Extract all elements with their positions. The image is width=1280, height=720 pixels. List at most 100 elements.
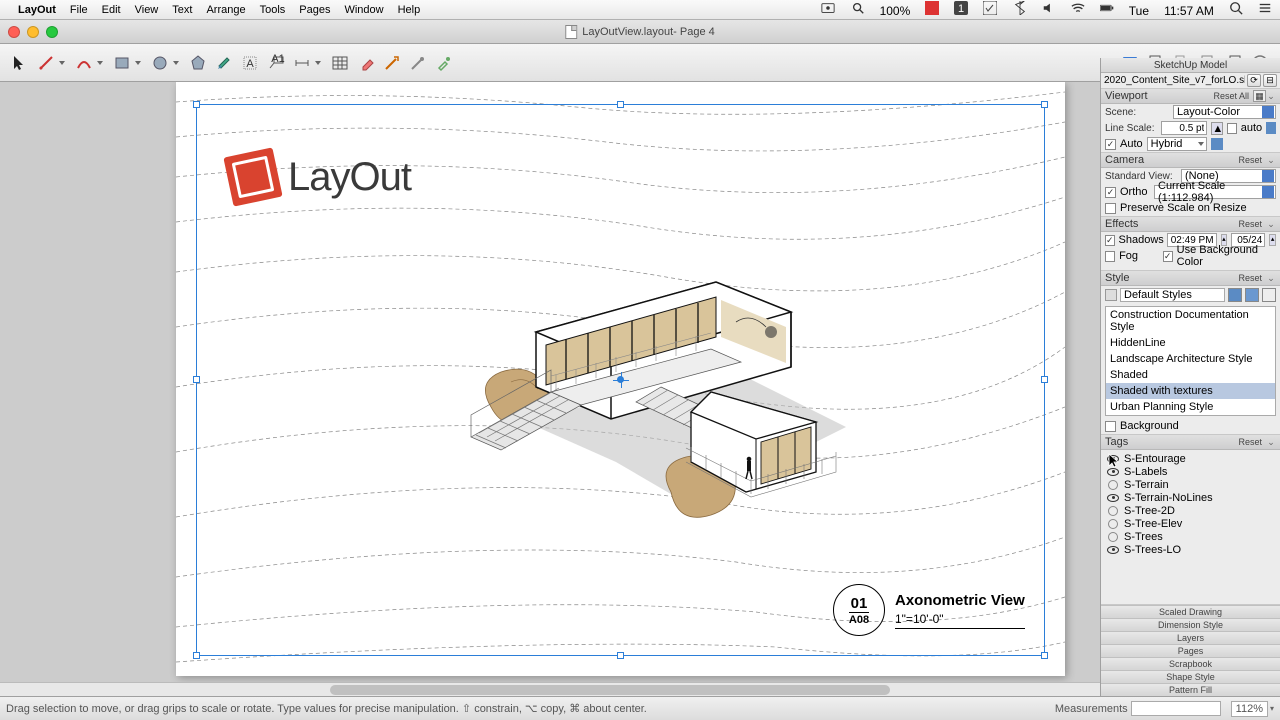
resize-handle[interactable] <box>193 101 200 108</box>
circle-tool[interactable] <box>148 51 172 75</box>
arc-tool-dropdown[interactable] <box>96 61 104 65</box>
tag-row[interactable]: S-Trees-LO <box>1101 543 1280 556</box>
effects-reset[interactable]: Reset <box>1234 219 1266 229</box>
resize-handle[interactable] <box>617 652 624 659</box>
style-item[interactable]: Shaded with textures <box>1106 383 1275 399</box>
menu-file[interactable]: File <box>70 4 88 16</box>
camera-reset[interactable]: Reset <box>1234 155 1266 165</box>
resize-handle[interactable] <box>1041 376 1048 383</box>
zoom-pct[interactable]: 100% <box>880 4 911 18</box>
style-list[interactable]: Construction Documentation StyleHiddenLi… <box>1105 306 1276 416</box>
collapsed-panel-strip[interactable]: Layers <box>1101 631 1280 644</box>
menu-extras-icon[interactable] <box>1258 1 1272 15</box>
effects-section[interactable]: Effects <box>1105 218 1234 230</box>
linescale-input[interactable] <box>1161 121 1207 135</box>
select-tool[interactable] <box>8 51 32 75</box>
selection-frame[interactable] <box>196 104 1045 656</box>
style-view-c[interactable] <box>1262 288 1276 302</box>
dimension-tool-dropdown[interactable] <box>314 61 322 65</box>
tag-visibility-icon[interactable] <box>1107 519 1119 529</box>
menu-text[interactable]: Text <box>172 4 192 16</box>
rectangle-tool[interactable] <box>110 51 134 75</box>
collapsed-panel-strip[interactable]: Scaled Drawing <box>1101 605 1280 618</box>
eraser-tool[interactable] <box>354 51 378 75</box>
tag-row[interactable]: S-Entourage <box>1101 452 1280 465</box>
polygon-tool[interactable] <box>186 51 210 75</box>
dimension-tool[interactable] <box>290 51 314 75</box>
page[interactable]: LayOut <box>176 82 1065 676</box>
menu-edit[interactable]: Edit <box>102 4 121 16</box>
preserve-checkbox[interactable] <box>1105 203 1116 214</box>
horizontal-scrollbar[interactable] <box>0 682 1100 696</box>
scene-select[interactable]: Layout-Color <box>1173 105 1276 119</box>
chevron-icon[interactable]: ⌄ <box>1266 437 1276 448</box>
chevron-icon[interactable]: ⌄ <box>1266 219 1276 230</box>
viewport-reset-all[interactable]: Reset All <box>1209 91 1253 101</box>
zoom-dropdown-icon[interactable]: ▾ <box>1270 704 1274 713</box>
ortho-scale-select[interactable]: Current Scale (1:112.984) <box>1154 185 1276 199</box>
label-tool[interactable]: A1 <box>264 51 288 75</box>
viewport-section[interactable]: Viewport <box>1105 90 1209 102</box>
screenrec-icon[interactable] <box>821 1 835 15</box>
canvas-area[interactable]: LayOut <box>0 82 1100 696</box>
style-item[interactable]: Shaded <box>1106 367 1275 383</box>
window-zoom-button[interactable] <box>46 26 58 38</box>
zoom-display[interactable]: 112% <box>1231 701 1268 717</box>
tag-row[interactable]: S-Labels <box>1101 465 1280 478</box>
measurements-input[interactable] <box>1131 701 1221 716</box>
style-item[interactable]: Construction Documentation Style <box>1106 307 1275 335</box>
style-name[interactable]: Default Styles <box>1120 288 1225 302</box>
auto-checkbox[interactable]: ✓ <box>1105 139 1116 150</box>
linescale-stepper[interactable]: ▲ <box>1211 122 1223 135</box>
shadows-checkbox[interactable]: ✓ <box>1105 235 1115 246</box>
menu-help[interactable]: Help <box>398 4 421 16</box>
collapsed-panel-strip[interactable]: Dimension Style <box>1101 618 1280 631</box>
chevron-icon[interactable]: ⌄ <box>1266 155 1276 166</box>
tag-row[interactable]: S-Terrain <box>1101 478 1280 491</box>
tag-visibility-icon[interactable] <box>1107 493 1119 503</box>
arc-tool[interactable] <box>72 51 96 75</box>
circle-tool-dropdown[interactable] <box>172 61 180 65</box>
style-view-a[interactable] <box>1228 288 1242 302</box>
resize-handle[interactable] <box>1041 101 1048 108</box>
open-model-button[interactable]: ⊟ <box>1263 74 1277 87</box>
magnify-icon[interactable] <box>851 1 865 15</box>
tag-row[interactable]: S-Tree-Elev <box>1101 517 1280 530</box>
status-a-icon[interactable]: 1 <box>954 1 968 15</box>
menu-arrange[interactable]: Arrange <box>206 4 245 16</box>
resize-handle[interactable] <box>193 652 200 659</box>
chevron-icon[interactable]: ⌄ <box>1266 273 1276 284</box>
collapsed-panel-strip[interactable]: Shape Style <box>1101 670 1280 683</box>
fog-checkbox[interactable] <box>1105 251 1115 262</box>
tag-row[interactable]: S-Tree-2D <box>1101 504 1280 517</box>
background-checkbox[interactable] <box>1105 421 1116 432</box>
style-item[interactable]: HiddenLine <box>1106 335 1275 351</box>
tags-section[interactable]: Tags <box>1105 436 1234 448</box>
resize-handle[interactable] <box>193 376 200 383</box>
bluetooth-icon[interactable] <box>1013 1 1027 15</box>
chevron-icon[interactable]: ⌄ <box>1266 91 1276 102</box>
render-mode-select[interactable]: Hybrid <box>1147 137 1207 151</box>
text-tool[interactable]: A <box>238 51 262 75</box>
tag-visibility-icon[interactable] <box>1107 545 1119 555</box>
tags-reset[interactable]: Reset <box>1234 437 1266 447</box>
linescale-auto-checkbox[interactable] <box>1227 123 1236 134</box>
spotlight-icon[interactable] <box>1229 1 1243 15</box>
rec-stop-icon[interactable] <box>925 1 939 15</box>
linescale-ext[interactable] <box>1266 122 1276 134</box>
split-tool[interactable] <box>380 51 404 75</box>
wifi-icon[interactable] <box>1071 1 1085 15</box>
line-tool-dropdown[interactable] <box>58 61 66 65</box>
tag-visibility-icon[interactable] <box>1107 454 1119 464</box>
tag-visibility-icon[interactable] <box>1107 480 1119 490</box>
battery-icon[interactable] <box>1100 1 1114 15</box>
app-name[interactable]: LayOut <box>18 4 56 16</box>
rotate-handle[interactable] <box>617 376 624 383</box>
tag-row[interactable]: S-Terrain-NoLines <box>1101 491 1280 504</box>
collapsed-panel-strip[interactable]: Pattern Fill <box>1101 683 1280 696</box>
resize-handle[interactable] <box>1041 652 1048 659</box>
camera-section[interactable]: Camera <box>1105 154 1234 166</box>
viewport-new-button[interactable]: ▦ <box>1253 90 1266 102</box>
tags-list[interactable]: S-EntourageS-LabelsS-TerrainS-Terrain-No… <box>1101 450 1280 558</box>
tag-visibility-icon[interactable] <box>1107 467 1119 477</box>
